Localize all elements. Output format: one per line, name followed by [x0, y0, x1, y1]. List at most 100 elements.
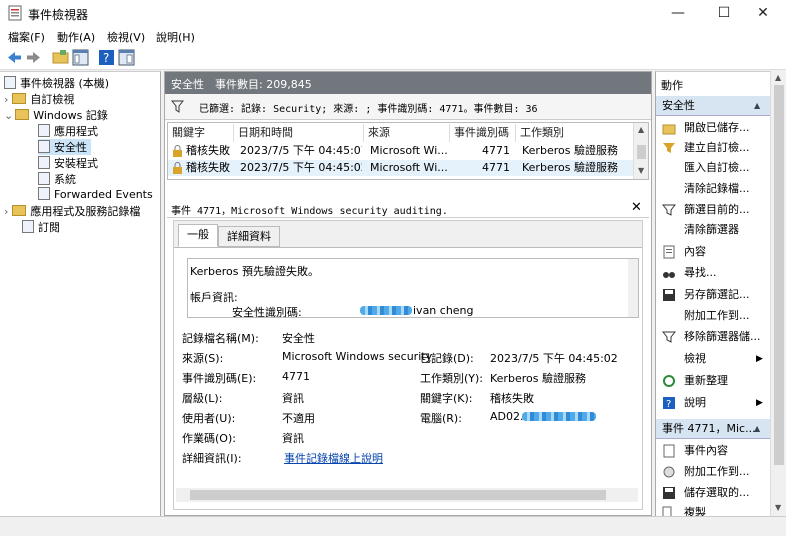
- scroll-down-icon[interactable]: ▼: [775, 503, 781, 512]
- action-import-custom-view[interactable]: 匯入自訂檢...: [656, 158, 771, 178]
- event-viewer-icon: [4, 76, 16, 89]
- actions-section-event[interactable]: 事件 4771，Mic... ▲: [656, 419, 771, 439]
- submenu-arrow-icon: ▶: [756, 354, 763, 364]
- toolbar: ?: [0, 46, 786, 70]
- action-refresh[interactable]: 重新整理: [656, 371, 771, 391]
- keywords-value: 稽核失敗: [490, 392, 534, 405]
- action-copy[interactable]: 複製: [656, 503, 771, 517]
- action-filter-current-log[interactable]: 篩選目前的...: [656, 200, 771, 220]
- action-help[interactable]: ? 說明 ▶: [656, 393, 771, 413]
- tab-general[interactable]: 一般: [178, 224, 218, 247]
- menu-help[interactable]: 說明(H): [156, 29, 195, 45]
- action-properties[interactable]: 內容: [656, 242, 771, 262]
- log-name: 安全性: [171, 78, 204, 91]
- scroll-thumb[interactable]: [637, 145, 646, 159]
- column-header-keywords[interactable]: 關鍵字: [168, 124, 234, 142]
- tree-item-root[interactable]: 事件檢視器 (本機): [4, 75, 109, 91]
- scroll-thumb[interactable]: [774, 85, 784, 465]
- navigation-tree: 事件檢視器 (本機) › 自訂檢視 ⌄ Windows 記錄 應用程式 安全性 安裝…: [0, 71, 161, 516]
- actions-scrollbar[interactable]: ▲ ▼: [770, 71, 786, 516]
- chevron-right-icon[interactable]: ›: [4, 93, 8, 106]
- column-header-event-id[interactable]: 事件識別碼: [450, 124, 516, 142]
- action-find[interactable]: 尋找...: [656, 263, 771, 283]
- logged-value: 2023/7/5 下午 04:45:02: [490, 352, 618, 365]
- log-icon: [38, 156, 50, 169]
- help-icon: ?: [663, 397, 675, 410]
- event-detail-title: 事件 4771，Microsoft Windows security audit…: [171, 206, 448, 217]
- center-pane: 安全性 事件數目: 209,845 已篩選: 記錄: Security; 來源:…: [164, 71, 652, 516]
- tree-item-security[interactable]: 安全性: [38, 139, 91, 155]
- scroll-thumb[interactable]: [190, 490, 606, 500]
- column-header-source[interactable]: 來源: [364, 124, 450, 142]
- column-header-task-category[interactable]: 工作類別: [516, 124, 634, 142]
- back-arrow-icon[interactable]: [6, 49, 23, 66]
- help-icon[interactable]: ?: [98, 49, 115, 66]
- action-attach-task[interactable]: 附加工作到...: [656, 306, 771, 326]
- tree-item-app-services[interactable]: › 應用程式及服務記錄檔: [4, 203, 140, 219]
- scroll-up-icon[interactable]: ▲: [638, 125, 644, 134]
- submenu-arrow-icon: ▶: [756, 398, 763, 408]
- description-scrollbar[interactable]: [628, 259, 638, 317]
- tree-item-windows-logs[interactable]: ⌄ Windows 記錄: [4, 107, 108, 123]
- filter-icon: [171, 100, 184, 113]
- action-open-saved-log[interactable]: 開啟已儲存...: [656, 118, 771, 138]
- online-help-link[interactable]: 事件記錄檔線上說明: [284, 450, 383, 466]
- close-button[interactable]: ✕: [740, 0, 786, 26]
- action-clear-log[interactable]: 清除記錄檔...: [656, 179, 771, 199]
- action-attach-task-event[interactable]: 附加工作到...: [656, 462, 771, 482]
- scroll-up-icon[interactable]: ▲: [775, 73, 781, 82]
- tree-item-subscriptions[interactable]: 訂閱: [22, 219, 60, 235]
- menu-action[interactable]: 動作(A): [57, 29, 95, 45]
- filter-icon: [662, 204, 676, 216]
- column-header-datetime[interactable]: 日期和時間: [234, 124, 364, 142]
- chevron-down-icon[interactable]: ⌄: [4, 109, 13, 122]
- filter-bar: 已篩選: 記錄: Security; 來源: ; 事件識別碼: 4771。事件數…: [165, 94, 651, 120]
- table-row[interactable]: 稽核失敗 2023/7/5 下午 04:45:07 Microsoft Wi..…: [168, 143, 634, 159]
- binoculars-icon: [663, 272, 675, 278]
- menu-view[interactable]: 檢視(V): [107, 29, 145, 45]
- table-row[interactable]: 稽核失敗 2023/7/5 下午 04:45:02 Microsoft Wi..…: [168, 160, 634, 176]
- event-id-value: 4771: [282, 370, 310, 383]
- action-event-properties[interactable]: 事件內容: [656, 441, 771, 461]
- action-view[interactable]: 檢視 ▶: [656, 349, 771, 369]
- collapse-icon[interactable]: ▲: [754, 419, 760, 439]
- event-detail-panel: 一般 詳細資料 Kerberos 預先驗證失敗。 帳戶資訊: 安全性識別碼: i…: [173, 220, 643, 510]
- forward-arrow-icon[interactable]: [25, 49, 42, 66]
- actions-section-security[interactable]: 安全性 ▲: [656, 96, 771, 116]
- redacted-sid: [360, 306, 412, 315]
- action-save-selected[interactable]: 儲存選取的...: [656, 483, 771, 503]
- task-category-value: Kerberos 驗證服務: [490, 372, 586, 385]
- open-folder-icon: [662, 124, 676, 135]
- source-value: Microsoft Windows security: [282, 350, 433, 363]
- menu-file[interactable]: 檔案(F): [8, 29, 45, 45]
- chevron-right-icon[interactable]: ›: [4, 205, 8, 218]
- tab-details[interactable]: 詳細資料: [218, 226, 280, 247]
- action-remove-filter[interactable]: 移除篩選器儲...: [656, 327, 771, 347]
- close-icon[interactable]: ✕: [631, 200, 642, 215]
- open-folder-icon[interactable]: [52, 49, 69, 66]
- tree-item-setup[interactable]: 安裝程式: [38, 155, 98, 171]
- action-clear-filter[interactable]: 清除篩選器: [656, 220, 771, 240]
- menu-bar: 檔案(F) 動作(A) 檢視(V) 說明(H): [0, 26, 786, 46]
- events-table: 關鍵字 日期和時間 來源 事件識別碼 工作類別 稽核失敗 2023/7/5 下午…: [167, 122, 649, 180]
- detail-horizontal-scrollbar[interactable]: [176, 488, 638, 502]
- minimize-button[interactable]: —: [655, 0, 701, 26]
- action-create-custom-view[interactable]: 建立自訂檢...: [656, 138, 771, 158]
- show-action-pane-icon[interactable]: [118, 49, 135, 66]
- redacted-computer-name: [522, 412, 596, 421]
- table-scrollbar[interactable]: ▲ ▼: [633, 123, 648, 179]
- action-save-filtered-log[interactable]: 另存篩選記...: [656, 285, 771, 305]
- tree-item-application[interactable]: 應用程式: [38, 123, 98, 139]
- folder-icon: [12, 93, 27, 104]
- collapse-icon[interactable]: ▲: [754, 96, 760, 116]
- event-description[interactable]: Kerberos 預先驗證失敗。 帳戶資訊: 安全性識別碼: ivan chen…: [187, 258, 639, 318]
- properties-icon: [663, 444, 675, 458]
- scroll-down-icon[interactable]: ▼: [638, 166, 644, 175]
- svg-text:?: ?: [103, 51, 109, 65]
- show-tree-icon[interactable]: [72, 49, 89, 66]
- tree-item-forwarded-events[interactable]: Forwarded Events: [38, 187, 153, 203]
- tree-item-custom-views[interactable]: › 自訂檢視: [4, 91, 74, 107]
- user-value: 不適用: [282, 412, 315, 425]
- tree-item-system[interactable]: 系統: [38, 171, 76, 187]
- task-icon: [663, 466, 675, 478]
